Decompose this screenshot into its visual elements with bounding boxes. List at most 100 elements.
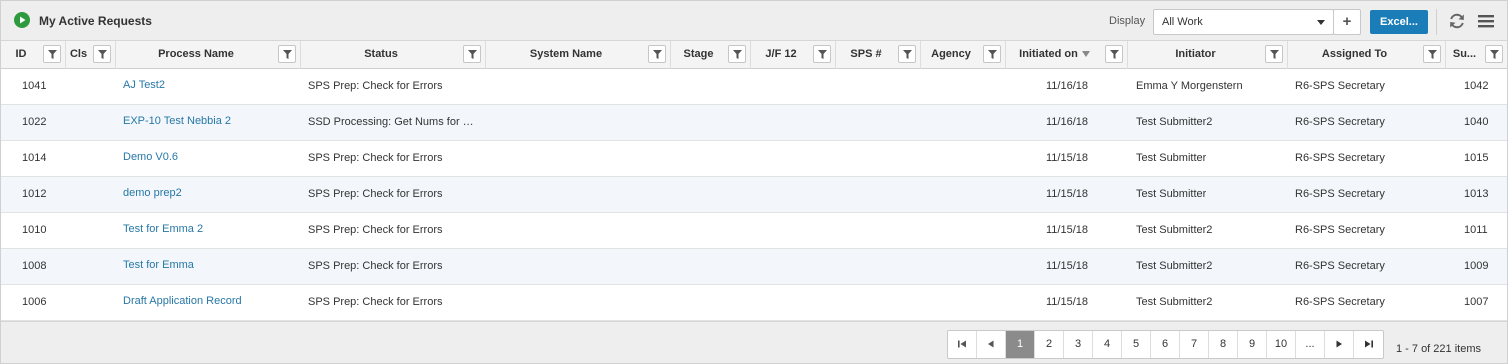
cell-su: 1040 [1464,116,1489,128]
cell-process-name-link[interactable]: EXP-10 Test Nebbia 2 [123,115,231,127]
play-circle-icon[interactable] [14,12,30,28]
column-header-system-name[interactable]: System Name [486,41,671,69]
filter-icon[interactable] [648,45,666,63]
column-header-status[interactable]: Status [301,41,486,69]
cell-process-name-link[interactable]: AJ Test2 [123,79,165,91]
excel-export-button[interactable]: Excel... [1370,10,1428,34]
column-label: Status [364,48,398,60]
page-button-2[interactable]: 2 [1035,331,1064,358]
filter-icon[interactable] [1423,45,1441,63]
cell-status: SPS Prep: Check for Errors [308,188,443,200]
column-label: Initiated on [1006,48,1103,60]
table-row[interactable]: 1014 Demo V0.6 SPS Prep: Check for Error… [1,141,1507,177]
first-page-icon [958,340,966,348]
display-select-value: All Work [1162,16,1203,28]
column-header-initiator[interactable]: Initiator [1128,41,1288,69]
filter-icon[interactable] [898,45,916,63]
filter-icon[interactable] [278,45,296,63]
column-header-id[interactable]: ID [1,41,66,69]
table-row[interactable]: 1041 AJ Test2 SPS Prep: Check for Errors… [1,69,1507,105]
cell-su: 1015 [1464,152,1489,164]
page-button-10[interactable]: 10 [1267,331,1296,358]
refresh-icon[interactable] [1448,12,1466,30]
cell-initiated-on: 11/16/18 [1046,116,1089,128]
column-label: Process Name [158,48,234,60]
page-button-6[interactable]: 6 [1151,331,1180,358]
cell-initiator: Test Submitter [1136,188,1207,200]
page-button-7[interactable]: 7 [1180,331,1209,358]
table-row[interactable]: 1022 EXP-10 Test Nebbia 2 SSD Processing… [1,105,1507,141]
filter-icon[interactable] [813,45,831,63]
cell-process-name-link[interactable]: demo prep2 [123,187,182,199]
cell-initiator: Test Submitter2 [1136,116,1213,128]
chevron-right-icon [1336,340,1342,348]
table-row[interactable]: 1012 demo prep2 SPS Prep: Check for Erro… [1,177,1507,213]
display-select[interactable]: All Work [1153,9,1334,35]
next-page-button[interactable] [1325,331,1354,358]
page-button-8[interactable]: 8 [1209,331,1238,358]
cell-initiator: Test Submitter2 [1136,296,1213,308]
toolbar-divider [1436,9,1437,35]
filter-icon[interactable] [93,45,111,63]
cell-process-name-link[interactable]: Test for Emma [123,259,194,271]
column-label: Initiator [1175,48,1216,60]
display-label: Display [1109,15,1146,27]
column-header-process-name[interactable]: Process Name [116,41,301,69]
filter-icon[interactable] [463,45,481,63]
prev-page-button[interactable] [977,331,1006,358]
first-page-button[interactable] [948,331,977,358]
cell-assigned-to: R6-SPS Secretary [1295,116,1385,128]
filter-icon[interactable] [1105,45,1123,63]
cell-su: 1013 [1464,188,1489,200]
filter-icon[interactable] [1485,45,1503,63]
cell-status: SPS Prep: Check for Errors [308,260,443,272]
filter-icon[interactable] [983,45,1001,63]
cell-status: SPS Prep: Check for Errors [308,152,443,164]
last-page-button[interactable] [1354,331,1383,358]
table-row[interactable]: 1006 Draft Application Record SPS Prep: … [1,285,1507,321]
cell-initiated-on: 11/15/18 [1046,152,1089,164]
chevron-left-icon [988,340,994,348]
table-row[interactable]: 1010 Test for Emma 2 SPS Prep: Check for… [1,213,1507,249]
cell-id: 1006 [22,296,47,308]
cell-status: SPS Prep: Check for Errors [308,80,443,92]
column-label: J/F 12 [765,48,797,60]
page-button-5[interactable]: 5 [1122,331,1151,358]
column-header-stage[interactable]: Stage [671,41,751,69]
panel-header: My Active Requests Display All Work + Ex… [1,1,1507,41]
filter-icon[interactable] [43,45,61,63]
pager-summary: 1 - 7 of 221 items [1396,343,1481,355]
page-button-9[interactable]: 9 [1238,331,1267,358]
column-label: ID [15,48,27,60]
add-view-button[interactable]: + [1333,9,1361,35]
cell-id: 1012 [22,188,47,200]
cell-assigned-to: R6-SPS Secretary [1295,296,1385,308]
filter-icon[interactable] [1265,45,1283,63]
cell-assigned-to: R6-SPS Secretary [1295,152,1385,164]
table-row[interactable]: 1008 Test for Emma SPS Prep: Check for E… [1,249,1507,285]
cell-process-name-link[interactable]: Test for Emma 2 [123,223,203,235]
pagination: 1 2 3 4 5 6 7 8 9 10 ... [947,330,1384,359]
column-header-assigned-to[interactable]: Assigned To [1288,41,1446,69]
column-header-agency[interactable]: Agency [921,41,1006,69]
cell-assigned-to: R6-SPS Secretary [1295,260,1385,272]
page-button-3[interactable]: 3 [1064,331,1093,358]
cell-process-name-link[interactable]: Draft Application Record [123,295,242,307]
hamburger-menu-icon[interactable] [1477,13,1495,29]
cell-assigned-to: R6-SPS Secretary [1295,188,1385,200]
column-header-jf12[interactable]: J/F 12 [751,41,836,69]
page-button-1[interactable]: 1 [1006,331,1035,358]
cell-id: 1008 [22,260,47,272]
column-header-sps-number[interactable]: SPS # [836,41,921,69]
sort-desc-icon [1081,51,1090,58]
column-header-su[interactable]: Su... [1446,41,1507,69]
cell-assigned-to: R6-SPS Secretary [1295,224,1385,236]
page-button-4[interactable]: 4 [1093,331,1122,358]
column-header-initiated-on[interactable]: Initiated on [1006,41,1128,69]
column-header-cls[interactable]: Cls [66,41,116,69]
cell-process-name-link[interactable]: Demo V0.6 [123,151,178,163]
last-page-icon [1364,340,1373,348]
more-pages-button[interactable]: ... [1296,331,1325,358]
filter-icon[interactable] [728,45,746,63]
cell-initiated-on: 11/15/18 [1046,188,1089,200]
